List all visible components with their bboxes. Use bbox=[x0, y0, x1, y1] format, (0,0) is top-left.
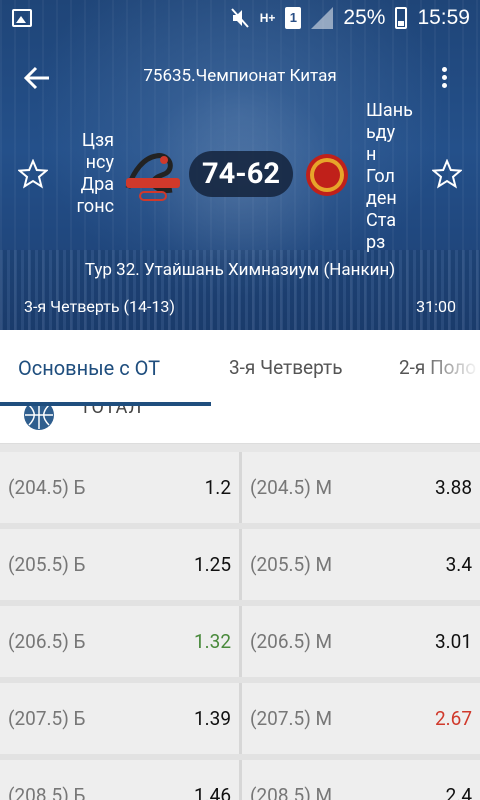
status-time: 15:59 bbox=[417, 6, 470, 29]
odds-row: (206.5) Б 1.32 (206.5) М 3.01 bbox=[0, 606, 480, 677]
status-bar: H+ 1 25% 15:59 bbox=[0, 0, 480, 38]
odds-over-label: (205.5) Б bbox=[8, 553, 86, 576]
odds-under-label: (208.5) М bbox=[250, 784, 333, 800]
odds-row: (207.5) Б 1.39 (207.5) М 2.67 bbox=[0, 683, 480, 754]
away-team-name-line: Ста bbox=[366, 210, 397, 231]
match-venue: Тур 32. Утайшань Химназиум (Нанкин) bbox=[84, 260, 396, 280]
odds-under-value: 3.01 bbox=[434, 630, 472, 653]
signal-icon bbox=[311, 7, 334, 29]
match-score: 74-62 bbox=[189, 151, 293, 197]
tabs-scroll-fade bbox=[420, 330, 480, 406]
odds-over-label: (204.5) Б bbox=[8, 476, 86, 499]
odds-over-cell[interactable]: (206.5) Б 1.32 bbox=[0, 606, 239, 677]
odds-under-label: (205.5) М bbox=[250, 553, 333, 576]
odds-under-cell[interactable]: (206.5) М 3.01 bbox=[242, 606, 480, 677]
away-team-logo-star bbox=[306, 154, 348, 196]
odds-over-value: 1.46 bbox=[193, 784, 231, 800]
odds-under-cell[interactable]: (204.5) М 3.88 bbox=[242, 452, 480, 523]
market-tabs: Основные с ОТ 3-я Четверть 2-я Поло bbox=[0, 330, 480, 406]
odds-over-value: 1.32 bbox=[193, 630, 231, 653]
odds-over-value: 1.39 bbox=[193, 707, 231, 730]
tab-main-with-ot[interactable]: Основные с ОТ bbox=[18, 356, 160, 380]
match-period: 3-я Четверть (14-13) bbox=[24, 297, 175, 316]
home-team-name-line: Цзя bbox=[81, 130, 114, 151]
away-team-name: Шань ьду н Гол ден Ста рз bbox=[366, 100, 413, 254]
odds-over-cell[interactable]: (207.5) Б 1.39 bbox=[0, 683, 239, 754]
network-type-icon: H+ bbox=[259, 10, 276, 25]
tab-3rd-quarter[interactable]: 3-я Четверть bbox=[229, 356, 343, 379]
odds-row: (204.5) Б 1.2 (204.5) М 3.88 bbox=[0, 452, 480, 523]
home-team-name-line: гонс bbox=[76, 196, 114, 217]
odds-under-value: 3.88 bbox=[434, 476, 472, 499]
home-team-logo-dragon bbox=[125, 153, 180, 201]
favorite-away-star-icon[interactable] bbox=[432, 159, 462, 189]
back-arrow-icon[interactable] bbox=[22, 63, 52, 93]
odds-row: (208.5) Б 1.46 (208.5) М 2.4 bbox=[0, 760, 480, 800]
basketball-icon bbox=[24, 406, 54, 430]
match-header: H+ 1 25% 15:59 75635.Чемпионат Китая Цзя… bbox=[0, 0, 480, 330]
odds-under-label: (207.5) М bbox=[250, 707, 333, 730]
away-team-name-line: Гол bbox=[366, 166, 395, 187]
home-team-name-line: нсу bbox=[85, 152, 114, 173]
market-section-header[interactable]: ТОТАЛ bbox=[0, 406, 480, 444]
match-clock: 31:00 bbox=[416, 297, 456, 316]
odds-over-label: (207.5) Б bbox=[8, 707, 86, 730]
section-title: ТОТАЛ bbox=[80, 406, 143, 418]
away-team-name-line: рз bbox=[366, 232, 386, 253]
odds-under-cell[interactable]: (205.5) М 3.4 bbox=[242, 529, 480, 600]
odds-over-cell[interactable]: (204.5) Б 1.2 bbox=[0, 452, 239, 523]
page-title: 75635.Чемпионат Китая bbox=[143, 66, 337, 86]
odds-row: (205.5) Б 1.25 (205.5) М 3.4 bbox=[0, 529, 480, 600]
odds-under-value: 3.4 bbox=[445, 553, 472, 576]
odds-under-value: 2.67 bbox=[434, 707, 472, 730]
odds-over-cell[interactable]: (205.5) Б 1.25 bbox=[0, 529, 239, 600]
battery-icon bbox=[395, 7, 408, 29]
odds-over-cell[interactable]: (208.5) Б 1.46 bbox=[0, 760, 239, 800]
status-bar-right: H+ 1 25% 15:59 bbox=[230, 6, 470, 30]
overflow-menu-icon[interactable] bbox=[434, 64, 454, 94]
odds-under-cell[interactable]: (207.5) М 2.67 bbox=[242, 683, 480, 754]
battery-percent: 25% bbox=[343, 6, 386, 29]
away-team-name-line: ьду bbox=[366, 122, 396, 143]
odds-under-label: (206.5) М bbox=[250, 630, 333, 653]
odds-under-label: (204.5) М bbox=[250, 476, 333, 499]
odds-over-value: 1.2 bbox=[204, 476, 231, 499]
home-team-name-line: Дра bbox=[80, 174, 114, 195]
sim-icon: 1 bbox=[285, 7, 302, 29]
odds-over-label: (206.5) Б bbox=[8, 630, 86, 653]
away-team-name-line: н bbox=[366, 144, 377, 165]
gallery-icon bbox=[12, 9, 32, 27]
mute-icon bbox=[230, 8, 249, 28]
odds-under-cell[interactable]: (208.5) М 2.4 bbox=[242, 760, 480, 800]
odds-over-value: 1.25 bbox=[193, 553, 231, 576]
odds-over-label: (208.5) Б bbox=[8, 784, 86, 800]
away-team-name-line: ден bbox=[366, 188, 397, 209]
odds-under-value: 2.4 bbox=[445, 784, 472, 800]
home-team-name: Цзя нсу Дра гонс bbox=[58, 130, 114, 218]
away-team-name-line: Шань bbox=[366, 100, 413, 121]
favorite-home-star-icon[interactable] bbox=[18, 159, 48, 189]
